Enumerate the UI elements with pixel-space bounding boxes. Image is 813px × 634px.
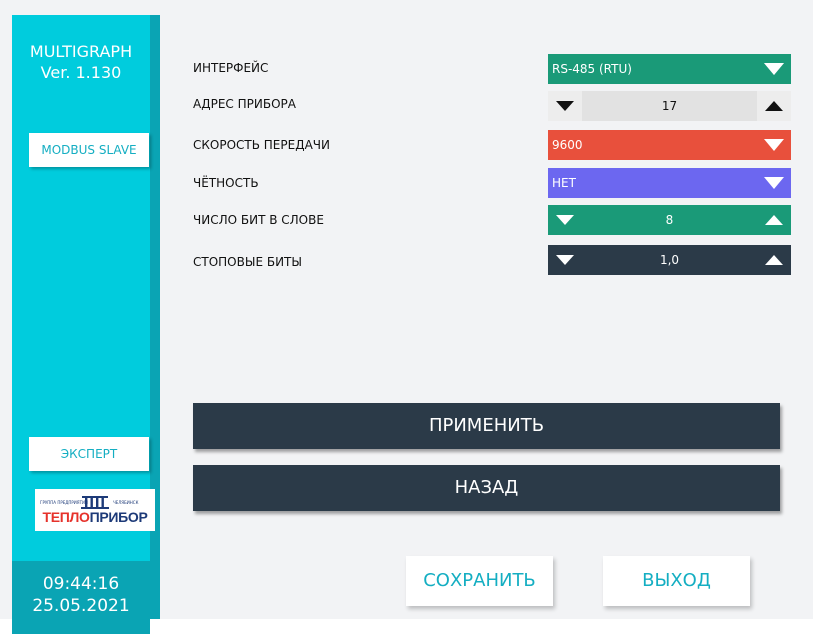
clock-time: 09:44:16 xyxy=(42,574,120,594)
exit-button[interactable]: ВЫХОД xyxy=(603,556,750,606)
baud-dropdown[interactable]: 9600 xyxy=(548,130,791,160)
stop-bits-spinner[interactable]: 1,0 xyxy=(548,245,791,275)
parity-value: НЕТ xyxy=(552,176,576,190)
interface-label: ИНТЕРФЕЙС xyxy=(193,61,269,75)
baud-label: СКОРОСТЬ ПЕРЕДАЧИ xyxy=(193,138,330,152)
logo-tagline-left: ГРУППА ПРЕДПРИЯТИЙ xyxy=(40,500,89,505)
app-title: MULTIGRAPH Ver. 1.130 xyxy=(12,41,150,83)
expert-button[interactable]: ЭКСПЕРТ xyxy=(29,437,149,471)
chevron-down-icon[interactable] xyxy=(757,130,791,160)
chevron-down-icon[interactable] xyxy=(757,168,791,198)
address-spinner[interactable]: 17 xyxy=(548,91,791,121)
increment-arrow-icon[interactable] xyxy=(757,205,791,235)
data-bits-value: 8 xyxy=(665,213,674,227)
interface-value: RS-485 (RTU) xyxy=(552,62,632,76)
decrement-arrow-icon[interactable] xyxy=(548,205,582,235)
sidebar: MULTIGRAPH Ver. 1.130 MODBUS SLAVE ЭКСПЕ… xyxy=(12,15,160,634)
logo-brand-blue: ПРИБОР xyxy=(89,509,148,525)
app-name: MULTIGRAPH xyxy=(29,42,133,61)
app-version: Ver. 1.130 xyxy=(40,63,122,82)
clock-panel: 09:44:16 25.05.2021 xyxy=(12,561,150,634)
baud-value: 9600 xyxy=(552,138,583,152)
logo-brand-red: ТЕПЛО xyxy=(42,509,90,525)
logo-brand: ТЕПЛОПРИБОР xyxy=(35,509,155,525)
save-button[interactable]: СОХРАНИТЬ xyxy=(406,556,553,606)
data-bits-label: ЧИСЛО БИТ В СЛОВЕ xyxy=(193,213,324,227)
parity-label: ЧЁТНОСТЬ xyxy=(193,176,259,190)
modbus-slave-button[interactable]: MODBUS SLAVE xyxy=(29,133,149,167)
decrement-arrow-icon[interactable] xyxy=(548,91,582,121)
decrement-arrow-icon[interactable] xyxy=(548,245,582,275)
chevron-down-icon[interactable] xyxy=(757,54,791,84)
main-panel: MULTIGRAPH Ver. 1.130 MODBUS SLAVE ЭКСПЕ… xyxy=(0,0,813,634)
address-label: АДРЕС ПРИБОРА xyxy=(193,97,296,111)
apply-button[interactable]: ПРИМЕНИТЬ xyxy=(193,403,780,449)
interface-dropdown[interactable]: RS-485 (RTU) xyxy=(548,54,791,84)
logo-tagline-right: ЧЕЛЯБИНСК xyxy=(113,500,139,505)
teplopribor-logo: ГРУППА ПРЕДПРИЯТИЙ ЧЕЛЯБИНСК ТЕПЛОПРИБОР xyxy=(35,489,155,531)
parity-dropdown[interactable]: НЕТ xyxy=(548,168,791,198)
chevron-down-gray-icon xyxy=(764,63,784,75)
stop-bits-value: 1,0 xyxy=(659,253,680,267)
increment-arrow-icon[interactable] xyxy=(757,245,791,275)
data-bits-spinner[interactable]: 8 xyxy=(548,205,791,235)
increment-arrow-icon[interactable] xyxy=(757,91,791,121)
clock-date: 25.05.2021 xyxy=(32,596,130,616)
stop-bits-label: СТОПОВЫЕ БИТЫ xyxy=(193,255,302,269)
back-button[interactable]: НАЗАД xyxy=(193,465,780,511)
address-value: 17 xyxy=(661,99,678,113)
